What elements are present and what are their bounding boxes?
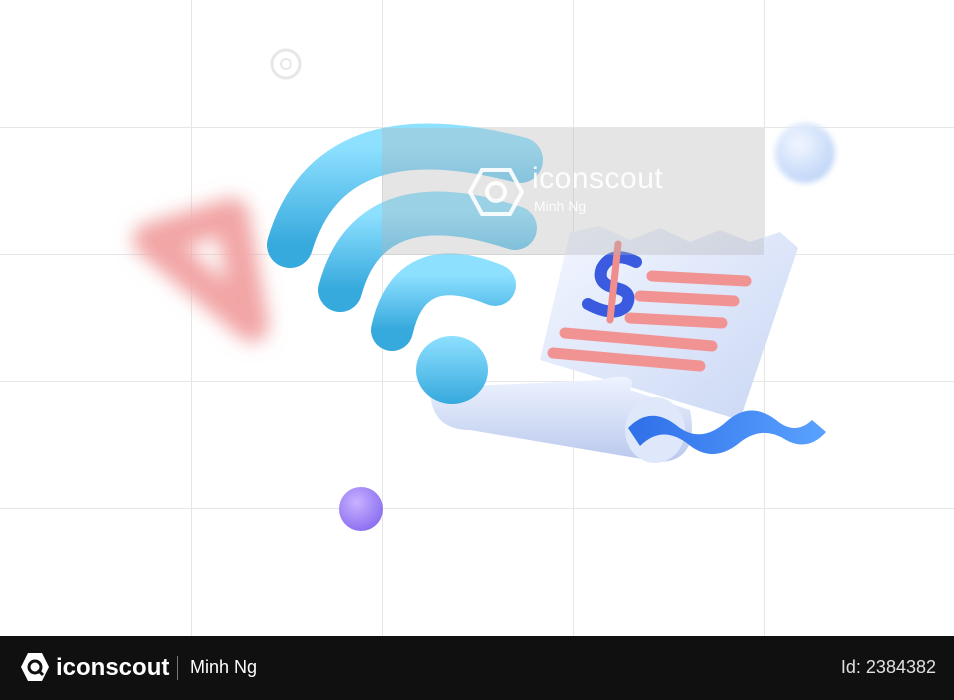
sphere-blue — [775, 123, 835, 183]
footer-bar: iconscout Minh Ng Id: 2384382 — [0, 636, 954, 700]
triangle-shape — [133, 198, 269, 342]
wifi-dot — [416, 336, 488, 404]
sphere-purple — [339, 487, 383, 531]
illustration-canvas: iconscout Minh Ng — [0, 0, 954, 636]
iconscout-logo-icon[interactable] — [20, 652, 50, 682]
asset-id: Id: 2384382 — [840, 657, 936, 677]
footer-divider — [177, 656, 178, 680]
footer-author[interactable]: Minh Ng — [190, 657, 257, 678]
wifi-bill-illustration — [133, 48, 835, 531]
watermark-brand: iconscout — [532, 162, 664, 195]
watermark-logo-icon — [468, 168, 524, 216]
faded-logo-icon — [270, 48, 302, 80]
footer-brand[interactable]: iconscout — [56, 654, 169, 682]
watermark-author: Minh Ng — [534, 198, 587, 214]
